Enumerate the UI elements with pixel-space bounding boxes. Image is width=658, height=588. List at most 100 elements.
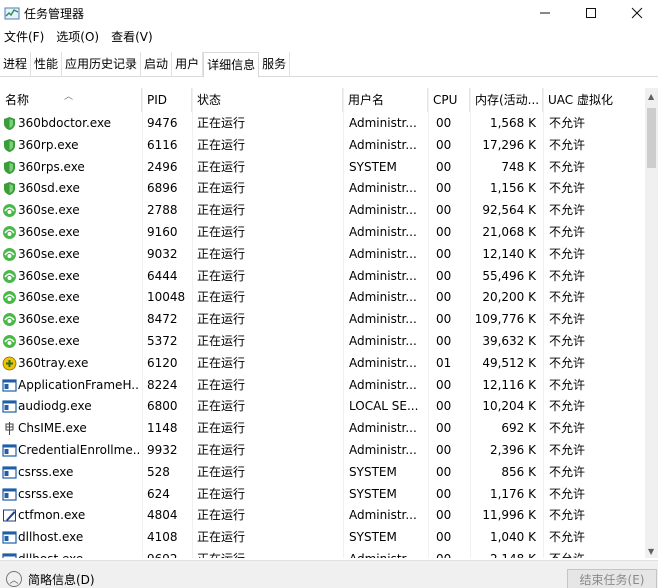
column-header-name-label: 名称	[5, 93, 30, 107]
status-cell: 正在运行	[197, 464, 246, 479]
process-name-cell: 360se.exe	[18, 246, 80, 261]
table-row[interactable]: 360bdoctor.exe 9476 正在运行 Administr... 00 1,56…	[0, 113, 645, 135]
column-header-uac[interactable]: UAC 虚拟化	[543, 88, 645, 112]
browser-green-icon	[3, 269, 16, 283]
column-header-pid[interactable]: PID	[142, 88, 192, 112]
table-row[interactable]: 360se.exe 9160 正在运行 Administr... 00 21,068 K 不…	[0, 222, 645, 244]
tab-users[interactable]: 用户	[172, 52, 204, 77]
menu-bar: 文件(F) 选项(O) 查看(V)	[0, 27, 658, 47]
memory-cell: 39,632 K	[482, 334, 536, 348]
uac-cell: 不允许	[549, 549, 643, 558]
cpu-cell: 01	[436, 355, 452, 370]
tab-startup[interactable]: 启动	[141, 52, 173, 77]
minimize-button[interactable]	[522, 0, 568, 26]
memory-cell: 109,776 K	[474, 312, 536, 327]
close-button[interactable]	[614, 0, 658, 26]
table-row[interactable]: CredentialEnrollme... 9932 正在运行 Administr..…	[0, 440, 645, 462]
column-header-status[interactable]: 状态	[192, 88, 343, 112]
cpu-cell: 00	[436, 508, 452, 523]
table-row[interactable]: 360se.exe 2788 正在运行 Administr... 00 92,564 K 不…	[0, 200, 645, 222]
username-cell: Administr...	[349, 268, 417, 283]
cpu-cell: 00	[436, 312, 452, 327]
table-row[interactable]: 360rp.exe 6116 正在运行 Administr... 00 17,296 K 不…	[0, 135, 645, 157]
table-row[interactable]: 360sd.exe 6896 正在运行 Administr... 00 1,156 K 不允…	[0, 178, 645, 200]
menu-file[interactable]: 文件(F)	[0, 27, 48, 47]
uac-cell: 不允许	[549, 268, 586, 283]
table-row[interactable]: 360tray.exe 6120 正在运行 Administr... 01 49,512 …	[0, 353, 645, 375]
table-row[interactable]: csrss.exe 528 正在运行 SYSTEM 00 856 K 不允许	[0, 462, 645, 484]
status-cell: 正在运行	[197, 137, 246, 152]
table-row[interactable]: 360rps.exe 2496 正在运行 SYSTEM 00 748 K 不允许	[0, 157, 645, 179]
status-cell: 正在运行	[197, 355, 246, 370]
app-window-icon	[2, 531, 17, 544]
username-cell: Administr...	[349, 290, 417, 305]
scrollbar-thumb[interactable]	[647, 108, 656, 168]
fewer-details-button[interactable]: ︿ 简略信息(D)	[6, 569, 95, 588]
table-row[interactable]: csrss.exe 624 正在运行 SYSTEM 00 1,176 K 不允许	[0, 484, 645, 506]
username-cell: Administr...	[349, 137, 417, 152]
maximize-icon	[586, 8, 596, 18]
scroll-up-icon[interactable]: ▲	[648, 92, 654, 101]
title-bar: 任务管理器	[0, 0, 658, 26]
pid-cell: 6120	[147, 355, 178, 370]
process-name-cell: 360se.exe	[18, 203, 80, 218]
status-cell: 正在运行	[197, 421, 246, 436]
shield-green-icon	[4, 117, 15, 130]
tray-plus-icon	[2, 356, 17, 371]
tab-app-history[interactable]: 应用历史记录	[62, 52, 142, 77]
username-cell: Administr...	[349, 116, 417, 130]
scroll-down-icon[interactable]: ▼	[648, 547, 654, 556]
column-header-username[interactable]: 用户名	[343, 88, 428, 112]
column-header-memory[interactable]: 内存(活动...	[470, 88, 543, 112]
username-cell: SYSTEM	[349, 486, 397, 501]
status-cell: 正在运行	[197, 203, 246, 218]
browser-green-icon	[3, 204, 16, 218]
app-window-icon	[2, 400, 17, 413]
table-row[interactable]: ApplicationFrameH... 8224 正在运行 Administr...…	[0, 375, 645, 397]
tab-processes[interactable]: 进程	[0, 52, 32, 77]
pid-cell: 9476	[147, 116, 178, 130]
tab-performance[interactable]: 性能	[31, 52, 63, 77]
pid-cell: 2496	[147, 159, 178, 174]
cpu-cell: 00	[436, 137, 452, 152]
column-header-name[interactable]: ︿ 名称	[0, 88, 142, 112]
shield-green-icon	[4, 160, 15, 174]
uac-cell: 不允许	[549, 116, 586, 130]
pid-cell: 8224	[147, 377, 178, 392]
table-row[interactable]: audiodg.exe 6800 正在运行 LOCAL SE... 00 10,204 K…	[0, 396, 645, 418]
table-row[interactable]: 360se.exe 6444 正在运行 Administr... 00 55,496 K 不…	[0, 266, 645, 288]
shield-green-icon	[4, 138, 15, 152]
uac-cell: 不允许	[549, 421, 586, 436]
table-row[interactable]: ctfmon.exe 4804 正在运行 Administr... 00 11,996 K…	[0, 505, 645, 527]
vertical-scrollbar[interactable]: ▲ ▼	[645, 88, 658, 558]
table-row[interactable]: dllhost.exe 9692 正在运行 Administr... 00 2,148 K…	[0, 549, 645, 558]
app-window-icon	[2, 444, 17, 457]
table-row[interactable]: 360se.exe 8472 正在运行 Administr... 00 109,776 K…	[0, 309, 645, 331]
table-row[interactable]: 360se.exe 9032 正在运行 Administr... 00 12,140 K 不…	[0, 244, 645, 266]
cpu-cell: 00	[436, 464, 452, 479]
chevron-up-icon: ︿	[6, 571, 22, 587]
tab-details[interactable]: 详细信息	[203, 52, 260, 78]
column-header-cpu[interactable]: CPU	[428, 88, 470, 112]
process-name-cell: 360sd.exe	[18, 181, 80, 196]
uac-cell: 不允许	[549, 486, 586, 501]
process-table: 360bdoctor.exe 9476 正在运行 Administr... 00 1,56…	[0, 113, 645, 558]
status-cell: 正在运行	[197, 508, 246, 523]
menu-options[interactable]: 选项(O)	[52, 27, 103, 47]
username-cell: Administr...	[349, 549, 425, 558]
process-name-cell: 360rp.exe	[18, 137, 79, 152]
process-name-cell: 360bdoctor.exe	[18, 116, 112, 130]
table-row[interactable]: 360se.exe 10048 正在运行 Administr... 00 20,200 K…	[0, 287, 645, 309]
cpu-cell: 00	[436, 530, 452, 545]
table-row[interactable]: ChsIME.exe 1148 正在运行 Administr... 00 692 K 不允许	[0, 418, 645, 440]
maximize-button[interactable]	[568, 0, 614, 26]
table-row[interactable]: 360se.exe 5372 正在运行 Administr... 00 39,632 K 不…	[0, 331, 645, 353]
end-task-button[interactable]: 结束任务(E)	[567, 569, 657, 588]
browser-green-icon	[3, 313, 16, 327]
menu-view[interactable]: 查看(V)	[107, 27, 157, 47]
tab-services[interactable]: 服务	[259, 52, 291, 77]
ime-icon	[5, 422, 14, 436]
table-row[interactable]: dllhost.exe 4108 正在运行 SYSTEM 00 1,040 K 不允许	[0, 527, 645, 549]
username-cell: SYSTEM	[349, 464, 397, 479]
username-cell: Administr...	[349, 312, 417, 327]
